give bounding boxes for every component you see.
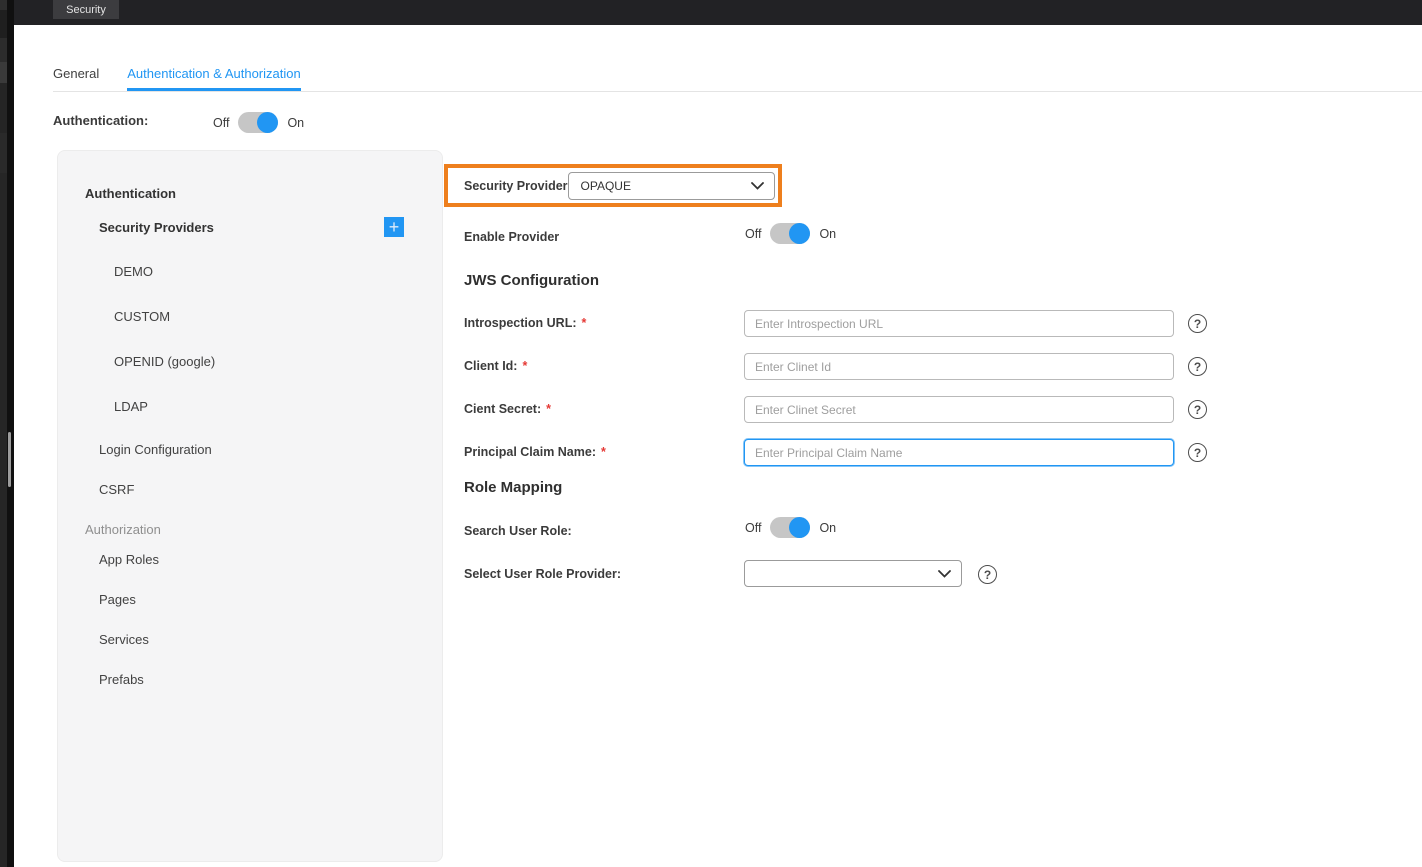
required-asterisk: * [582,316,587,330]
introspection-url-label-text: Introspection URL: [464,316,577,330]
help-icon[interactable]: ? [1188,400,1207,419]
select-user-role-provider-select[interactable] [744,560,962,587]
sidebar-item-app-roles[interactable]: App Roles [99,552,159,567]
enable-provider-label-text: Enable Provider [464,230,559,244]
security-provider-select[interactable]: OPAQUE [568,172,775,200]
left-rail-segment [0,62,7,83]
security-nav-panel: Authentication Security Providers + DEMO… [57,150,443,862]
tabs-divider [53,91,1422,92]
principal-claim-name-label-text: Principal Claim Name: [464,445,596,459]
tab-general[interactable]: General [53,66,99,91]
left-rail-segment [0,10,7,38]
security-provider-highlight: Security Provider OPAQUE [444,164,782,207]
jws-configuration-heading: JWS Configuration [464,272,599,289]
plus-icon: + [389,218,400,236]
help-icon[interactable]: ? [1188,314,1207,333]
client-secret-input[interactable] [744,396,1174,423]
toggle-off-label: Off [213,116,229,130]
security-window-tab[interactable]: Security [53,0,119,19]
sidebar-item-openid-google[interactable]: OPENID (google) [114,354,215,369]
left-rail-segment [0,38,7,62]
client-secret-label: Cient Secret: * [464,402,551,416]
select-user-role-provider-label: Select User Role Provider: [464,567,621,581]
chevron-down-icon [751,182,764,190]
client-id-input[interactable] [744,353,1174,380]
toggle-knob [257,112,278,133]
left-rail-segment [0,173,7,867]
toggle-on-label: On [819,227,836,241]
left-rail-segment [0,133,7,173]
sidebar-item-custom[interactable]: CUSTOM [114,309,170,324]
left-rail-segment [0,0,7,10]
top-bar [0,0,1422,25]
principal-claim-name-input[interactable] [744,439,1174,466]
sidebar-item-login-configuration[interactable]: Login Configuration [99,442,212,457]
sidebar-item-csrf[interactable]: CSRF [99,482,134,497]
sidebar-item-demo[interactable]: DEMO [114,264,153,279]
sidebar-item-pages[interactable]: Pages [99,592,136,607]
toggle-switch[interactable] [770,517,810,538]
toggle-knob [789,517,810,538]
add-provider-button[interactable]: + [384,217,404,237]
principal-claim-name-label: Principal Claim Name: * [464,445,606,459]
help-icon[interactable]: ? [978,565,997,584]
chevron-down-icon [938,570,951,578]
client-id-label-text: Client Id: [464,359,517,373]
client-id-label: Client Id: * [464,359,527,373]
required-asterisk: * [522,359,527,373]
left-rail [0,0,14,867]
toggle-switch[interactable] [238,112,278,133]
authentication-label: Authentication: [53,113,148,128]
tab-bar: General Authentication & Authorization [53,66,301,91]
left-rail-segments [0,0,7,867]
toggle-knob [789,223,810,244]
required-asterisk: * [546,402,551,416]
rail-scrollbar-thumb[interactable] [8,432,11,487]
security-provider-label: Security Provider [464,179,568,193]
select-user-role-provider-label-text: Select User Role Provider: [464,567,621,581]
search-user-role-label-text: Search User Role: [464,524,572,538]
security-provider-value: OPAQUE [581,179,631,193]
sidebar-item-services[interactable]: Services [99,632,149,647]
enable-provider-label: Enable Provider [464,230,559,244]
search-user-role-label: Search User Role: [464,524,572,538]
toggle-on-label: On [287,116,304,130]
authentication-toggle[interactable]: Off On [213,112,304,133]
search-user-role-toggle[interactable]: Off On [745,517,836,538]
required-asterisk: * [601,445,606,459]
toggle-on-label: On [819,521,836,535]
sidebar-item-authorization: Authorization [85,522,161,537]
toggle-off-label: Off [745,227,761,241]
help-icon[interactable]: ? [1188,443,1207,462]
introspection-url-label: Introspection URL: * [464,316,586,330]
introspection-url-input[interactable] [744,310,1174,337]
sidebar-item-authentication[interactable]: Authentication [85,186,176,201]
role-mapping-heading: Role Mapping [464,479,562,496]
tab-authentication-authorization[interactable]: Authentication & Authorization [127,66,300,91]
sidebar-item-ldap[interactable]: LDAP [114,399,148,414]
sidebar-item-security-providers[interactable]: Security Providers [99,220,214,235]
client-secret-label-text: Cient Secret: [464,402,541,416]
sidebar-item-prefabs[interactable]: Prefabs [99,672,144,687]
left-rail-segment [0,83,7,133]
toggle-switch[interactable] [770,223,810,244]
enable-provider-toggle[interactable]: Off On [745,223,836,244]
toggle-off-label: Off [745,521,761,535]
security-settings-page: General Authentication & Authorization A… [14,25,1422,867]
help-icon[interactable]: ? [1188,357,1207,376]
